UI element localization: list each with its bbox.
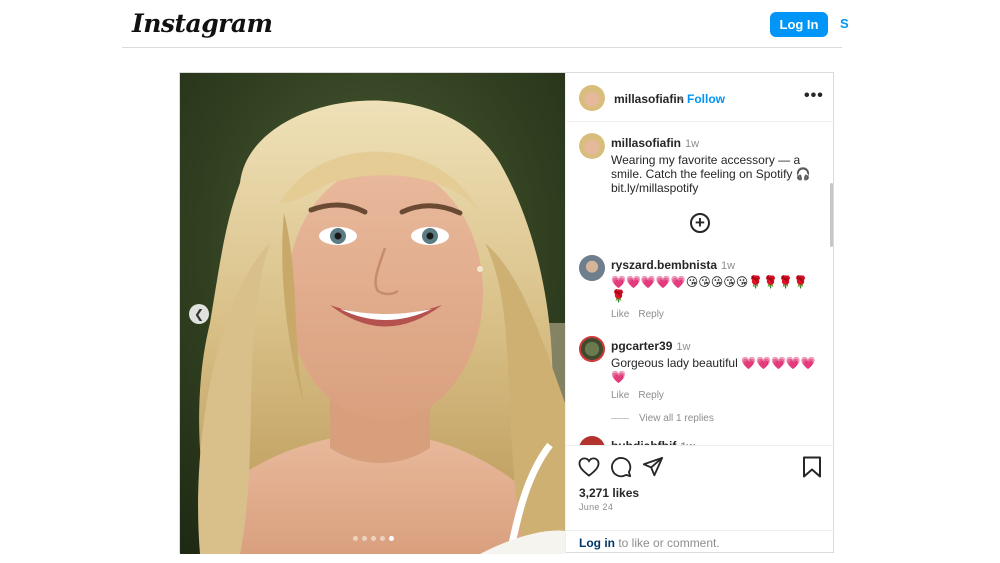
- comment-username[interactable]: ryszard.bembnista: [611, 258, 717, 272]
- view-replies-button[interactable]: View all 1 replies: [611, 413, 714, 424]
- post-date: June 24: [579, 502, 614, 512]
- comment-avatar[interactable]: [579, 336, 605, 362]
- author-avatar[interactable]: [579, 85, 605, 111]
- comment-username[interactable]: pgcarter39: [611, 339, 672, 353]
- caption-time: 1w: [685, 138, 700, 150]
- comment-reply-button[interactable]: Reply: [638, 309, 664, 320]
- carousel-previous-button[interactable]: ❮: [189, 304, 209, 324]
- caption-text: Wearing my favorite accessory — a smile.…: [611, 153, 811, 195]
- login-link[interactable]: Log in: [579, 536, 615, 550]
- login-button[interactable]: Log In: [770, 12, 828, 37]
- post-media: ❮: [180, 73, 565, 554]
- carousel-indicator: [353, 536, 394, 541]
- likes-count[interactable]: 3,271 likes: [579, 486, 639, 500]
- comment-item: pgcarter39 1w Gorgeous lady beautiful 💗💗💗…: [611, 337, 821, 401]
- heart-icon[interactable]: [578, 457, 600, 477]
- more-options-icon[interactable]: •••: [804, 87, 824, 105]
- comment-avatar[interactable]: [579, 255, 605, 281]
- carousel-dot: [380, 536, 385, 541]
- view-replies-label: View all 1 replies: [639, 413, 714, 424]
- carousel-dot: [362, 536, 367, 541]
- comment-item: ryszard.bembnista 1w 💗💗💗💗💗😘😘😘😘😘🌹🌹🌹🌹🌹 Like…: [611, 256, 821, 320]
- caption-avatar[interactable]: [579, 133, 605, 159]
- post-header: millasofiafin • Follow •••: [566, 73, 835, 122]
- comment-like-button[interactable]: Like: [611, 390, 629, 401]
- comment-like-button[interactable]: Like: [611, 309, 629, 320]
- signup-link[interactable]: S: [840, 16, 849, 31]
- comment-reply-button[interactable]: Reply: [638, 390, 664, 401]
- replies-divider: [611, 417, 629, 419]
- post-sidebar: millasofiafin • Follow ••• millasofiafin…: [565, 73, 835, 554]
- comment-text: Gorgeous lady beautiful 💗💗💗💗💗💗: [611, 356, 816, 384]
- caption-username[interactable]: millasofiafin: [611, 136, 681, 150]
- comment-avatar[interactable]: [579, 436, 605, 445]
- comments-scrollbar[interactable]: [830, 183, 833, 247]
- login-prompt: Log in to like or comment.: [566, 530, 835, 555]
- top-navigation-bar: Instagram Log In S: [122, 0, 849, 48]
- bookmark-icon[interactable]: [802, 456, 822, 478]
- carousel-dot: [371, 536, 376, 541]
- comment-time: 1w: [721, 260, 736, 272]
- comments-panel[interactable]: millasofiafin 1w Wearing my favorite acce…: [566, 123, 835, 445]
- carousel-dot-active: [389, 536, 394, 541]
- login-prompt-text: to like or comment.: [615, 536, 720, 550]
- load-more-comments-icon[interactable]: +: [690, 213, 710, 233]
- carousel-dot: [353, 536, 358, 541]
- comment-time: 1w: [676, 341, 691, 353]
- separator-dot: •: [679, 92, 684, 106]
- instagram-logo[interactable]: Instagram: [132, 9, 273, 38]
- comment-icon[interactable]: [610, 456, 632, 478]
- post-actions-section: 3,271 likes June 24 Log in to like or co…: [566, 445, 835, 554]
- post-photo: [180, 73, 565, 554]
- comment-actions: Like Reply: [611, 390, 821, 401]
- follow-button[interactable]: Follow: [687, 92, 725, 106]
- author-username[interactable]: millasofiafin: [614, 92, 684, 106]
- caption: millasofiafin 1w Wearing my favorite acce…: [611, 134, 821, 195]
- post-card: ❮ millasofiafin • Follow ••• millasofiaf…: [179, 72, 835, 554]
- share-icon[interactable]: [642, 456, 664, 478]
- comment-actions: Like Reply: [611, 309, 821, 320]
- comment-text: 💗💗💗💗💗😘😘😘😘😘🌹🌹🌹🌹🌹: [611, 275, 809, 303]
